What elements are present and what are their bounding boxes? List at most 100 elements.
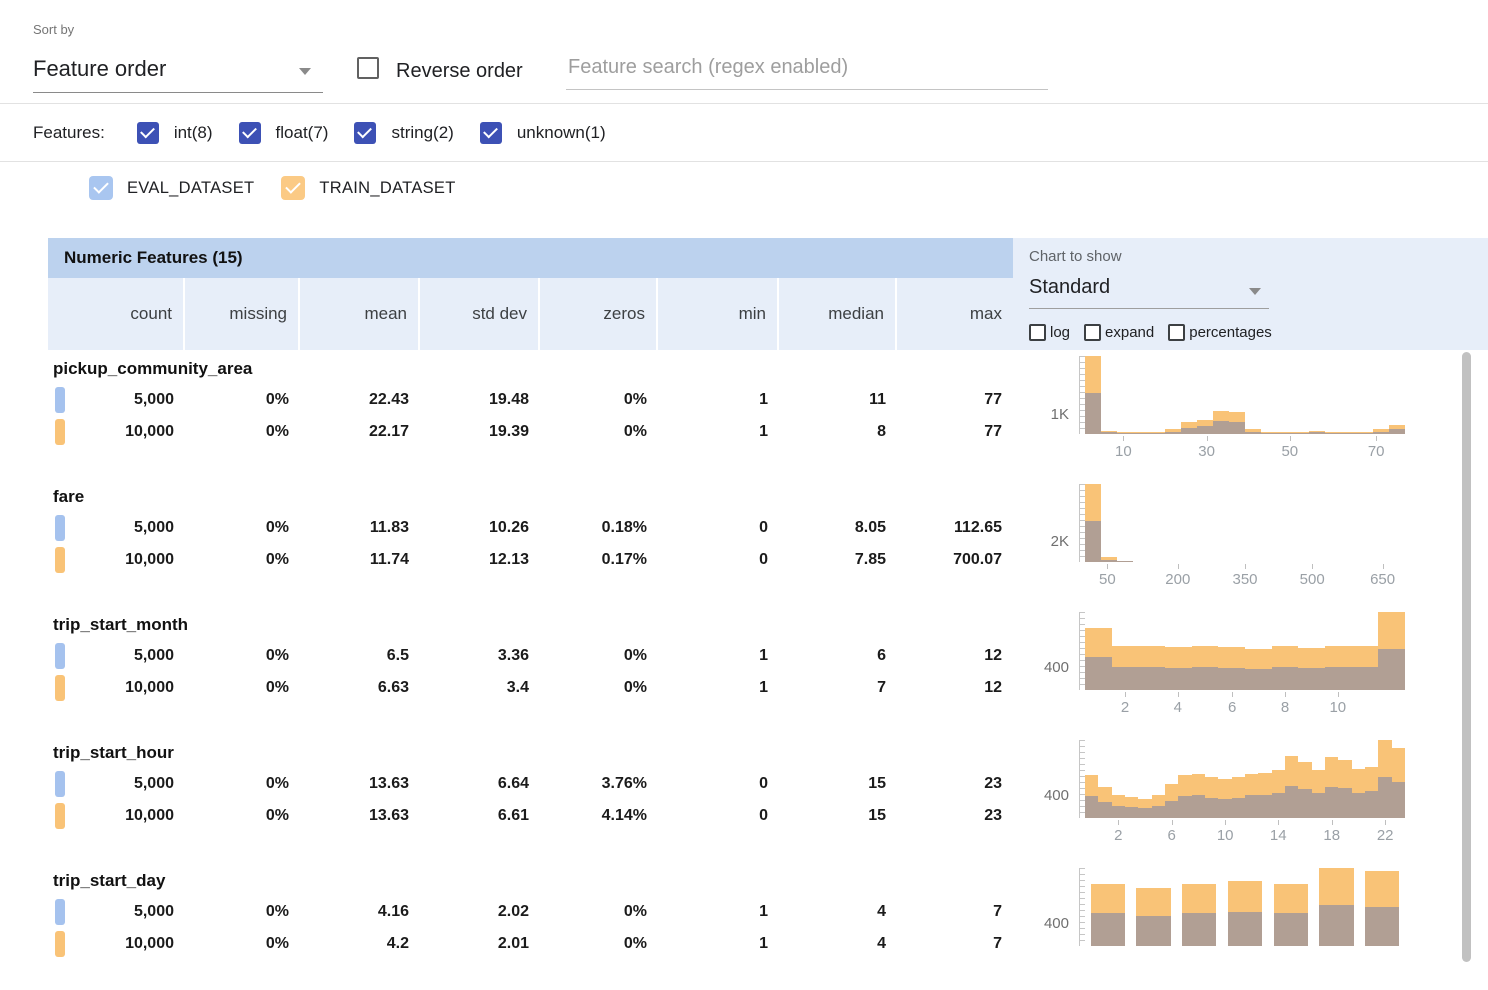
x-axis-ticks <box>1085 948 1405 974</box>
chevron-down-icon <box>1249 288 1261 295</box>
column-header-mean: mean <box>300 278 420 350</box>
log-checkbox[interactable] <box>1029 324 1046 341</box>
stat-missing: 0% <box>185 807 300 825</box>
stat-count: 10,000 <box>48 423 185 441</box>
stat-zeros: 0% <box>540 423 658 441</box>
x-tick-label: 200 <box>1165 571 1190 588</box>
histogram-plot[interactable] <box>1079 356 1405 434</box>
eval-dataset-chip <box>55 771 65 797</box>
x-tick-label: 500 <box>1300 571 1325 588</box>
y-axis-label: 400 <box>1013 612 1079 690</box>
stat-zeros: 0% <box>540 679 658 697</box>
x-tick-label: 10 <box>1329 699 1346 716</box>
stat-min: 1 <box>658 423 779 441</box>
train-dataset-chip <box>55 803 65 829</box>
stat-missing: 0% <box>185 679 300 697</box>
stat-zeros: 4.14% <box>540 807 658 825</box>
feature-stats: trip_start_hour5,0000%13.636.643.76%0152… <box>48 740 1013 832</box>
stat-min: 1 <box>658 647 779 665</box>
train-dataset-chip <box>55 419 65 445</box>
stat-mean: 6.5 <box>300 647 420 665</box>
x-tick-label: 6 <box>1228 699 1236 716</box>
divider <box>0 161 1488 162</box>
int-checkbox[interactable] <box>137 122 159 144</box>
feature-stats: pickup_community_area5,0000%22.4319.480%… <box>48 356 1013 448</box>
train-dataset-item: TRAIN_DATASET <box>281 176 455 200</box>
x-tick-label: 50 <box>1099 571 1116 588</box>
stat-count: 5,000 <box>48 903 185 921</box>
train-dataset-checkbox[interactable] <box>281 176 305 200</box>
y-axis-label: 400 <box>1013 868 1079 946</box>
string-label: string(2) <box>391 123 453 143</box>
stat-max: 7 <box>897 935 1013 953</box>
stats-row: 5,0000%11.8310.260.18%08.05112.65 <box>48 512 1013 544</box>
histogram-plot[interactable] <box>1079 868 1405 946</box>
histogram-bars <box>1085 484 1405 562</box>
feature-histogram-block: 4002610141822 <box>1013 740 1488 846</box>
x-tick-label: 2 <box>1114 827 1122 844</box>
float-label: float(7) <box>276 123 329 143</box>
stat-median: 15 <box>779 807 897 825</box>
stat-min: 0 <box>658 775 779 793</box>
feature-search-input[interactable] <box>566 50 1048 90</box>
eval-dataset-checkbox[interactable] <box>89 176 113 200</box>
log-label: log <box>1050 324 1070 341</box>
stat-mean: 22.43 <box>300 391 420 409</box>
dataset-legend: EVAL_DATASET TRAIN_DATASET <box>89 170 456 206</box>
stat-count: 5,000 <box>48 775 185 793</box>
stat-mean: 13.63 <box>300 807 420 825</box>
x-axis-ticks: 50200350500650 <box>1085 564 1405 590</box>
histogram-plot[interactable] <box>1079 612 1405 690</box>
train-dataset-chip <box>55 931 65 957</box>
y-axis-label: 2K <box>1013 484 1079 562</box>
histogram-bars <box>1085 356 1405 434</box>
histogram-plot[interactable] <box>1079 484 1405 562</box>
stat-std-dev: 3.36 <box>420 647 540 665</box>
divider <box>0 103 1488 104</box>
percentages-checkbox[interactable] <box>1168 324 1185 341</box>
x-tick-label: 6 <box>1168 827 1176 844</box>
feature-name: pickup_community_area <box>48 356 1013 384</box>
stat-zeros: 3.76% <box>540 775 658 793</box>
stat-median: 8.05 <box>779 519 897 537</box>
sort-by-select[interactable]: Feature order <box>33 50 323 93</box>
stat-min: 0 <box>658 519 779 537</box>
column-header-row: count missing mean std dev zeros min med… <box>48 278 1013 350</box>
stat-median: 6 <box>779 647 897 665</box>
stat-min: 0 <box>658 551 779 569</box>
stat-missing: 0% <box>185 423 300 441</box>
filter-int: int(8) <box>137 122 213 144</box>
feature-type-filters: Features: int(8) float(7) string(2) unkn… <box>33 112 606 154</box>
stat-median: 11 <box>779 391 897 409</box>
stat-mean: 4.2 <box>300 935 420 953</box>
float-checkbox[interactable] <box>239 122 261 144</box>
stat-median: 4 <box>779 935 897 953</box>
chart-toggles: log expand percentages <box>1029 324 1272 341</box>
x-tick-label: 18 <box>1323 827 1340 844</box>
stats-row: 10,0000%6.633.40%1712 <box>48 672 1013 704</box>
stat-mean: 11.74 <box>300 551 420 569</box>
reverse-order-checkbox[interactable] <box>357 57 379 79</box>
log-toggle: log <box>1029 324 1070 341</box>
stat-missing: 0% <box>185 935 300 953</box>
stat-max: 700.07 <box>897 551 1013 569</box>
stat-max: 7 <box>897 903 1013 921</box>
histogram-plot[interactable] <box>1079 740 1405 818</box>
stat-count: 5,000 <box>48 391 185 409</box>
stat-median: 15 <box>779 775 897 793</box>
reverse-order-label: Reverse order <box>396 60 523 83</box>
feature-group: fare5,0000%11.8310.260.18%08.05112.6510,… <box>48 478 1488 606</box>
expand-checkbox[interactable] <box>1084 324 1101 341</box>
filter-string: string(2) <box>354 122 453 144</box>
stats-row: 5,0000%6.53.360%1612 <box>48 640 1013 672</box>
vertical-scrollbar[interactable] <box>1462 352 1471 962</box>
stat-zeros: 0% <box>540 903 658 921</box>
stat-zeros: 0% <box>540 391 658 409</box>
feature-histogram-block: 400246810 <box>1013 612 1488 718</box>
chart-type-select[interactable]: Standard <box>1029 274 1269 309</box>
unknown-checkbox[interactable] <box>480 122 502 144</box>
feature-histogram-block: 2K50200350500650 <box>1013 484 1488 590</box>
percentages-label: percentages <box>1189 324 1272 341</box>
feature-name: trip_start_month <box>48 612 1013 640</box>
string-checkbox[interactable] <box>354 122 376 144</box>
